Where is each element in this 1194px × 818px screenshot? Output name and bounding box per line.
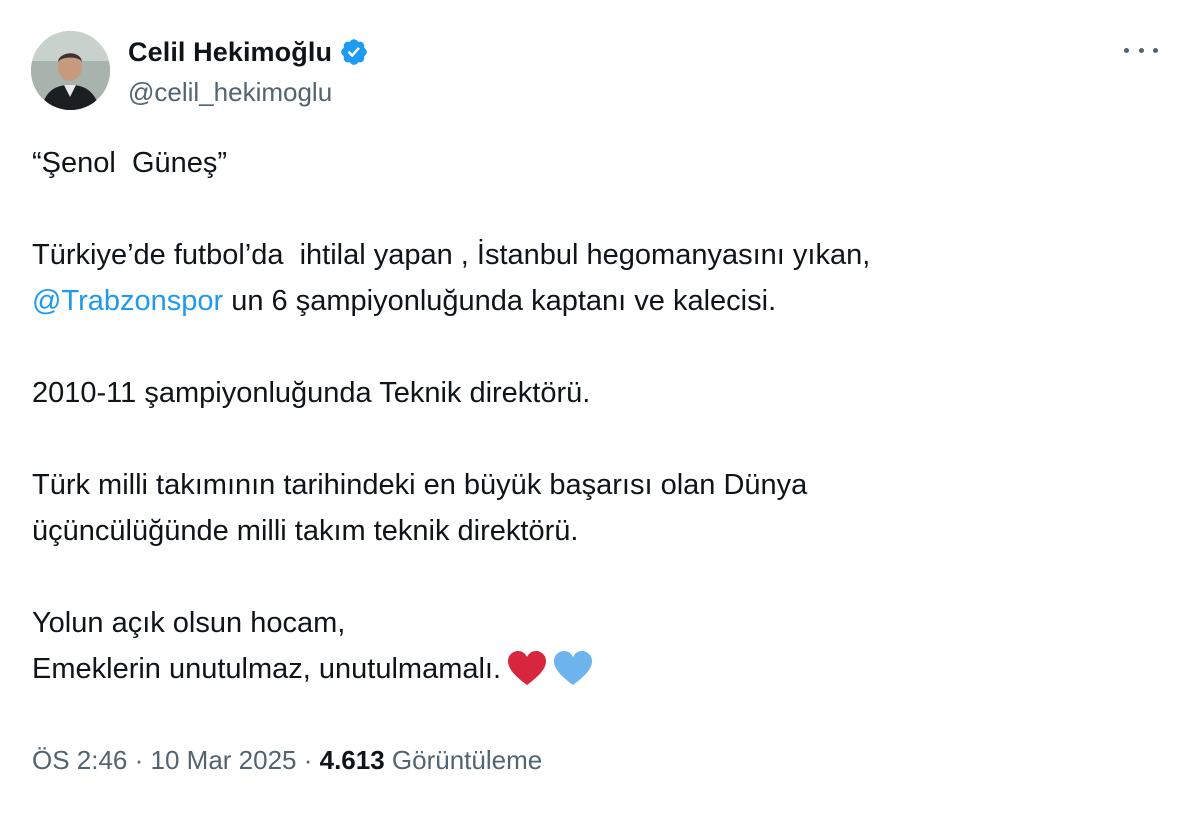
display-name[interactable]: Celil Hekimoğlu bbox=[128, 37, 332, 68]
tweet-line: @Trabzonspor un 6 şampiyonluğunda kaptan… bbox=[32, 278, 1162, 324]
tweet-line: Emeklerin unutulmaz, unutulmamalı. bbox=[32, 646, 1162, 700]
tweet-date[interactable]: 10 Mar 2025 bbox=[151, 745, 297, 775]
tweet: Celil Hekimoğlu @celil_hekimoglu “Şenol … bbox=[0, 0, 1194, 818]
tweet-line: 2010-11 şampiyonluğunda Teknik direktörü… bbox=[32, 377, 591, 409]
tweet-line: Yolun açık olsun hocam, bbox=[32, 607, 346, 639]
line-break bbox=[32, 324, 1162, 370]
separator: · bbox=[127, 745, 151, 775]
tweet-line-text: un 6 şampiyonluğunda kaptanı ve kalecisi… bbox=[223, 285, 777, 317]
more-options-icon[interactable] bbox=[1124, 40, 1158, 60]
tweet-line: “Şenol Güneş” bbox=[32, 147, 228, 179]
author-names: Celil Hekimoğlu @celil_hekimoglu bbox=[128, 35, 369, 108]
line-break bbox=[32, 186, 1162, 232]
handle[interactable]: @celil_hekimoglu bbox=[128, 77, 369, 108]
more-dot bbox=[1138, 47, 1144, 53]
mention-link[interactable]: @Trabzonspor bbox=[32, 285, 223, 317]
avatar-photo bbox=[31, 31, 110, 110]
tweet-line: Türk milli takımının tarihindeki en büyü… bbox=[32, 469, 808, 501]
tweet-line-text: Emeklerin unutulmaz, unutulmamalı. bbox=[32, 653, 502, 685]
more-dot bbox=[1124, 47, 1129, 53]
more-dot bbox=[1153, 47, 1158, 53]
tweet-text: “Şenol Güneş” Türkiye’de futbol’da ihtil… bbox=[32, 140, 1162, 700]
separator: · bbox=[296, 745, 320, 775]
tweet-line: üçüncülüğünde milli takım teknik direktö… bbox=[32, 515, 579, 547]
views-label: Görüntüleme bbox=[384, 745, 543, 775]
tweet-header: Celil Hekimoğlu @celil_hekimoglu bbox=[31, 31, 369, 110]
line-break bbox=[32, 554, 1162, 600]
tweet-meta: ÖS 2:46 · 10 Mar 2025 · 4.613 Görüntülem… bbox=[32, 745, 542, 776]
avatar[interactable] bbox=[31, 31, 110, 110]
views-count: 4.613 bbox=[319, 745, 385, 775]
tweet-line: Türkiye’de futbol’da ihtilal yapan , İst… bbox=[32, 239, 871, 271]
verified-badge-icon[interactable] bbox=[339, 37, 369, 67]
tweet-time[interactable]: ÖS 2:46 bbox=[32, 745, 127, 775]
name-row: Celil Hekimoğlu bbox=[128, 35, 369, 69]
red-heart-icon bbox=[507, 650, 547, 700]
blue-heart-icon bbox=[553, 650, 593, 700]
line-break bbox=[32, 416, 1162, 462]
